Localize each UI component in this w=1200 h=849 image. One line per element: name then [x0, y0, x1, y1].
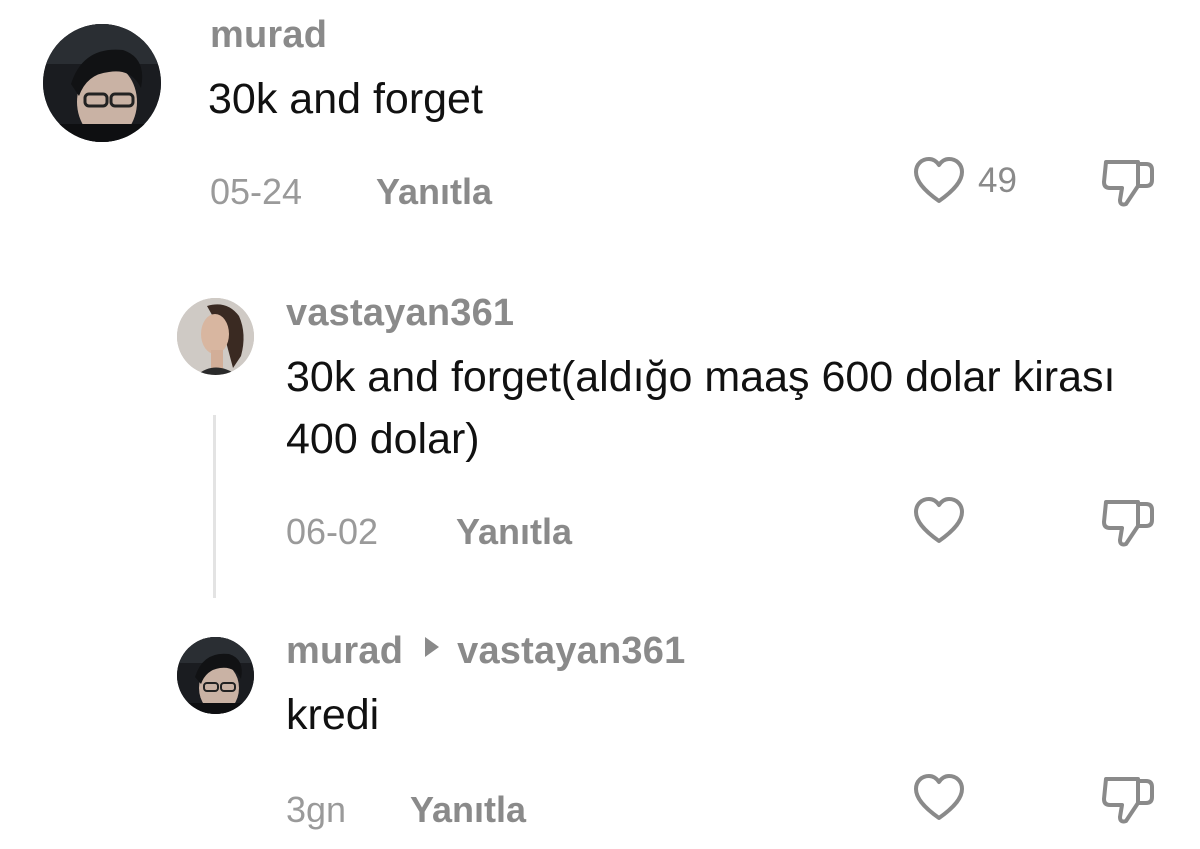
comment-username[interactable]: murad	[210, 14, 327, 57]
comment-text: 30k and forget(aldığo maaş 600 dolar kir…	[286, 353, 1116, 463]
thumbs-down-outline-icon	[1102, 160, 1154, 207]
avatar-image	[177, 298, 254, 375]
dislike-button[interactable]	[1100, 496, 1156, 555]
thumbs-down-outline-icon	[1102, 500, 1154, 547]
heart-outline-icon	[914, 497, 964, 543]
heart-outline-icon	[914, 774, 964, 820]
triangle-right-icon	[425, 637, 440, 657]
avatar-image	[177, 637, 254, 714]
dislike-button[interactable]	[1100, 156, 1156, 215]
reply-to-username[interactable]: vastayan361	[457, 630, 685, 672]
avatar[interactable]	[177, 298, 254, 375]
comment-username[interactable]: vastayan361	[286, 292, 514, 335]
reply-button[interactable]: Yanıtla	[376, 171, 492, 213]
comment-username[interactable]: murad	[286, 630, 403, 672]
comment-text: kredi	[286, 691, 380, 739]
thread-line	[213, 415, 216, 598]
comment-date: 3gn	[286, 789, 347, 830]
comment-text: 30k and forget	[208, 75, 483, 123]
like-button[interactable]: 49	[912, 156, 1017, 206]
thumbs-down-outline-icon	[1102, 777, 1154, 824]
heart-outline-icon	[914, 157, 964, 203]
like-button[interactable]	[912, 496, 966, 546]
avatar[interactable]	[43, 24, 161, 142]
comment-top-level: murad 30k and forget 05-24 Yanıtla 49	[0, 0, 1200, 240]
comment-date: 05-24	[210, 171, 303, 212]
comment-date: 06-02	[286, 511, 379, 552]
dislike-button[interactable]	[1100, 773, 1156, 832]
like-count: 49	[978, 161, 1017, 200]
reply-button[interactable]: Yanıtla	[456, 511, 572, 553]
avatar-image	[43, 24, 161, 142]
comment-username-line: murad vastayan361	[286, 630, 685, 673]
reply-button[interactable]: Yanıtla	[410, 789, 526, 831]
avatar[interactable]	[177, 637, 254, 714]
like-button[interactable]	[912, 773, 966, 823]
